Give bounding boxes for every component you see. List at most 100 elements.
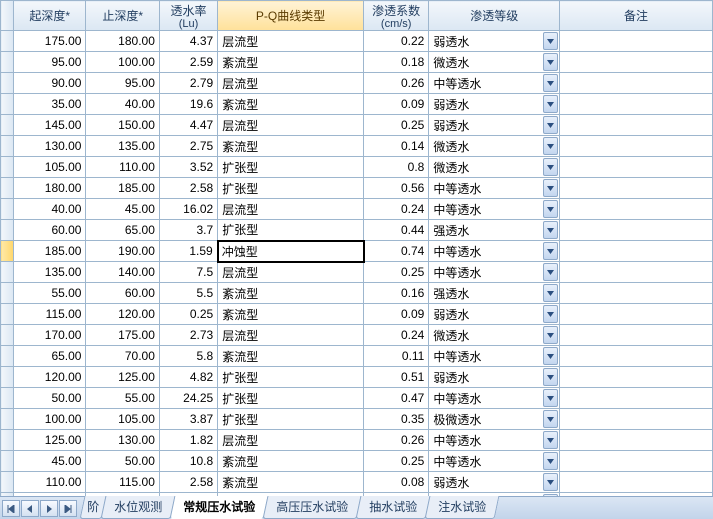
table-row[interactable]: 60.0065.003.7扩张型0.44强透水 bbox=[1, 220, 713, 241]
dropdown-button[interactable] bbox=[543, 263, 558, 281]
row-selector[interactable] bbox=[1, 220, 14, 241]
cell-perm-rate[interactable]: 3.87 bbox=[159, 409, 217, 430]
cell-perm-rate[interactable]: 4.82 bbox=[159, 367, 217, 388]
table-row[interactable]: 40.0045.0016.02层流型0.24中等透水 bbox=[1, 199, 713, 220]
cell-end-depth[interactable]: 55.00 bbox=[86, 388, 159, 409]
cell-end-depth[interactable]: 60.00 bbox=[86, 283, 159, 304]
cell-start-depth[interactable]: 185.00 bbox=[14, 241, 86, 262]
dropdown-button[interactable] bbox=[543, 32, 558, 50]
cell-perm-rate[interactable]: 2.75 bbox=[159, 136, 217, 157]
cell-perm-rate[interactable]: 3.52 bbox=[159, 157, 217, 178]
cell-perm-grade[interactable]: 中等透水 bbox=[429, 346, 560, 367]
cell-remark[interactable] bbox=[560, 472, 713, 493]
cell-remark[interactable] bbox=[560, 367, 713, 388]
cell-perm-rate[interactable]: 24.25 bbox=[159, 388, 217, 409]
cell-perm-coef[interactable]: 0.35 bbox=[364, 409, 429, 430]
cell-start-depth[interactable]: 60.00 bbox=[14, 220, 86, 241]
table-row[interactable]: 105.00110.003.52扩张型0.8微透水 bbox=[1, 157, 713, 178]
dropdown-button[interactable] bbox=[543, 95, 558, 113]
row-selector[interactable] bbox=[1, 52, 14, 73]
cell-perm-coef[interactable]: 0.56 bbox=[364, 178, 429, 199]
dropdown-button[interactable] bbox=[543, 473, 558, 491]
cell-perm-coef[interactable]: 0.25 bbox=[364, 451, 429, 472]
tab-nav-next[interactable] bbox=[40, 500, 58, 517]
row-selector[interactable] bbox=[1, 409, 14, 430]
table-row[interactable]: 130.00135.002.75紊流型0.14微透水 bbox=[1, 136, 713, 157]
cell-start-depth[interactable]: 105.00 bbox=[14, 157, 86, 178]
dropdown-button[interactable] bbox=[543, 389, 558, 407]
tab-normal-pressure-test[interactable]: 常规压水试验 bbox=[170, 496, 269, 519]
cell-start-depth[interactable]: 145.00 bbox=[14, 115, 86, 136]
cell-start-depth[interactable]: 110.00 bbox=[14, 472, 86, 493]
cell-end-depth[interactable]: 100.00 bbox=[86, 52, 159, 73]
cell-perm-grade[interactable]: 微透水 bbox=[429, 52, 560, 73]
cell-perm-grade[interactable]: 强透水 bbox=[429, 283, 560, 304]
cell-remark[interactable] bbox=[560, 262, 713, 283]
cell-start-depth[interactable]: 50.00 bbox=[14, 388, 86, 409]
cell-remark[interactable] bbox=[560, 115, 713, 136]
cell-perm-grade[interactable]: 弱透水 bbox=[429, 304, 560, 325]
cell-perm-grade[interactable]: 中等透水 bbox=[429, 241, 560, 262]
cell-remark[interactable] bbox=[560, 94, 713, 115]
cell-remark[interactable] bbox=[560, 325, 713, 346]
row-selector[interactable] bbox=[1, 94, 14, 115]
tab-nav-first[interactable] bbox=[2, 500, 20, 517]
cell-perm-grade[interactable]: 中等透水 bbox=[429, 430, 560, 451]
table-row[interactable]: 120.00125.004.82扩张型0.51弱透水 bbox=[1, 367, 713, 388]
table-row[interactable]: 65.0070.005.8紊流型0.11中等透水 bbox=[1, 346, 713, 367]
cell-start-depth[interactable]: 100.00 bbox=[14, 409, 86, 430]
cell-end-depth[interactable]: 140.00 bbox=[86, 262, 159, 283]
table-row[interactable]: 125.00130.001.82层流型0.26中等透水 bbox=[1, 430, 713, 451]
cell-perm-grade[interactable]: 弱透水 bbox=[429, 115, 560, 136]
table-row[interactable]: 45.0050.0010.8紊流型0.25中等透水 bbox=[1, 451, 713, 472]
cell-perm-rate[interactable]: 16.02 bbox=[159, 199, 217, 220]
cell-start-depth[interactable]: 130.00 bbox=[14, 136, 86, 157]
table-row[interactable]: 170.00175.002.73层流型0.24微透水 bbox=[1, 325, 713, 346]
dropdown-button[interactable] bbox=[543, 179, 558, 197]
cell-pq-type[interactable]: 层流型 bbox=[218, 31, 364, 52]
cell-pq-type[interactable]: 紊流型 bbox=[218, 346, 364, 367]
cell-remark[interactable] bbox=[560, 199, 713, 220]
col-end-depth[interactable]: 止深度* bbox=[86, 1, 159, 31]
dropdown-button[interactable] bbox=[543, 410, 558, 428]
cell-perm-coef[interactable]: 0.47 bbox=[364, 388, 429, 409]
cell-perm-grade[interactable]: 中等透水 bbox=[429, 451, 560, 472]
cell-start-depth[interactable]: 120.00 bbox=[14, 367, 86, 388]
cell-end-depth[interactable]: 190.00 bbox=[86, 241, 159, 262]
cell-perm-coef[interactable]: 0.08 bbox=[364, 472, 429, 493]
dropdown-button[interactable] bbox=[543, 452, 558, 470]
cell-remark[interactable] bbox=[560, 241, 713, 262]
dropdown-button[interactable] bbox=[543, 53, 558, 71]
cell-perm-grade[interactable]: 弱透水 bbox=[429, 367, 560, 388]
table-row[interactable]: 145.00150.004.47层流型0.25弱透水 bbox=[1, 115, 713, 136]
dropdown-button[interactable] bbox=[543, 326, 558, 344]
table-row[interactable]: 110.00115.002.58紊流型0.08弱透水 bbox=[1, 472, 713, 493]
cell-start-depth[interactable]: 180.00 bbox=[14, 178, 86, 199]
row-selector[interactable] bbox=[1, 241, 14, 262]
row-selector[interactable] bbox=[1, 430, 14, 451]
cell-perm-coef[interactable]: 0.16 bbox=[364, 283, 429, 304]
cell-start-depth[interactable]: 35.00 bbox=[14, 94, 86, 115]
cell-start-depth[interactable]: 90.00 bbox=[14, 73, 86, 94]
table-row[interactable]: 185.00190.001.59冲蚀型0.74中等透水 bbox=[1, 241, 713, 262]
col-pq-curve-type[interactable]: P-Q曲线类型 bbox=[218, 1, 364, 31]
cell-remark[interactable] bbox=[560, 451, 713, 472]
table-row[interactable]: 175.00180.004.37层流型0.22弱透水 bbox=[1, 31, 713, 52]
cell-remark[interactable] bbox=[560, 388, 713, 409]
cell-remark[interactable] bbox=[560, 52, 713, 73]
cell-perm-coef[interactable]: 0.44 bbox=[364, 220, 429, 241]
cell-pq-type[interactable]: 紊流型 bbox=[218, 136, 364, 157]
row-selector[interactable] bbox=[1, 367, 14, 388]
cell-perm-rate[interactable]: 1.59 bbox=[159, 241, 217, 262]
cell-perm-coef[interactable]: 0.51 bbox=[364, 367, 429, 388]
cell-perm-coef[interactable]: 0.26 bbox=[364, 430, 429, 451]
dropdown-button[interactable] bbox=[543, 200, 558, 218]
col-permeability-rate[interactable]: 透水率(Lu) bbox=[159, 1, 217, 31]
dropdown-button[interactable] bbox=[543, 158, 558, 176]
cell-perm-grade[interactable]: 中等透水 bbox=[429, 73, 560, 94]
cell-perm-rate[interactable]: 2.79 bbox=[159, 73, 217, 94]
cell-perm-rate[interactable]: 4.37 bbox=[159, 31, 217, 52]
table-row[interactable]: 35.0040.0019.6紊流型0.09弱透水 bbox=[1, 94, 713, 115]
cell-remark[interactable] bbox=[560, 178, 713, 199]
cell-perm-rate[interactable]: 3.7 bbox=[159, 220, 217, 241]
